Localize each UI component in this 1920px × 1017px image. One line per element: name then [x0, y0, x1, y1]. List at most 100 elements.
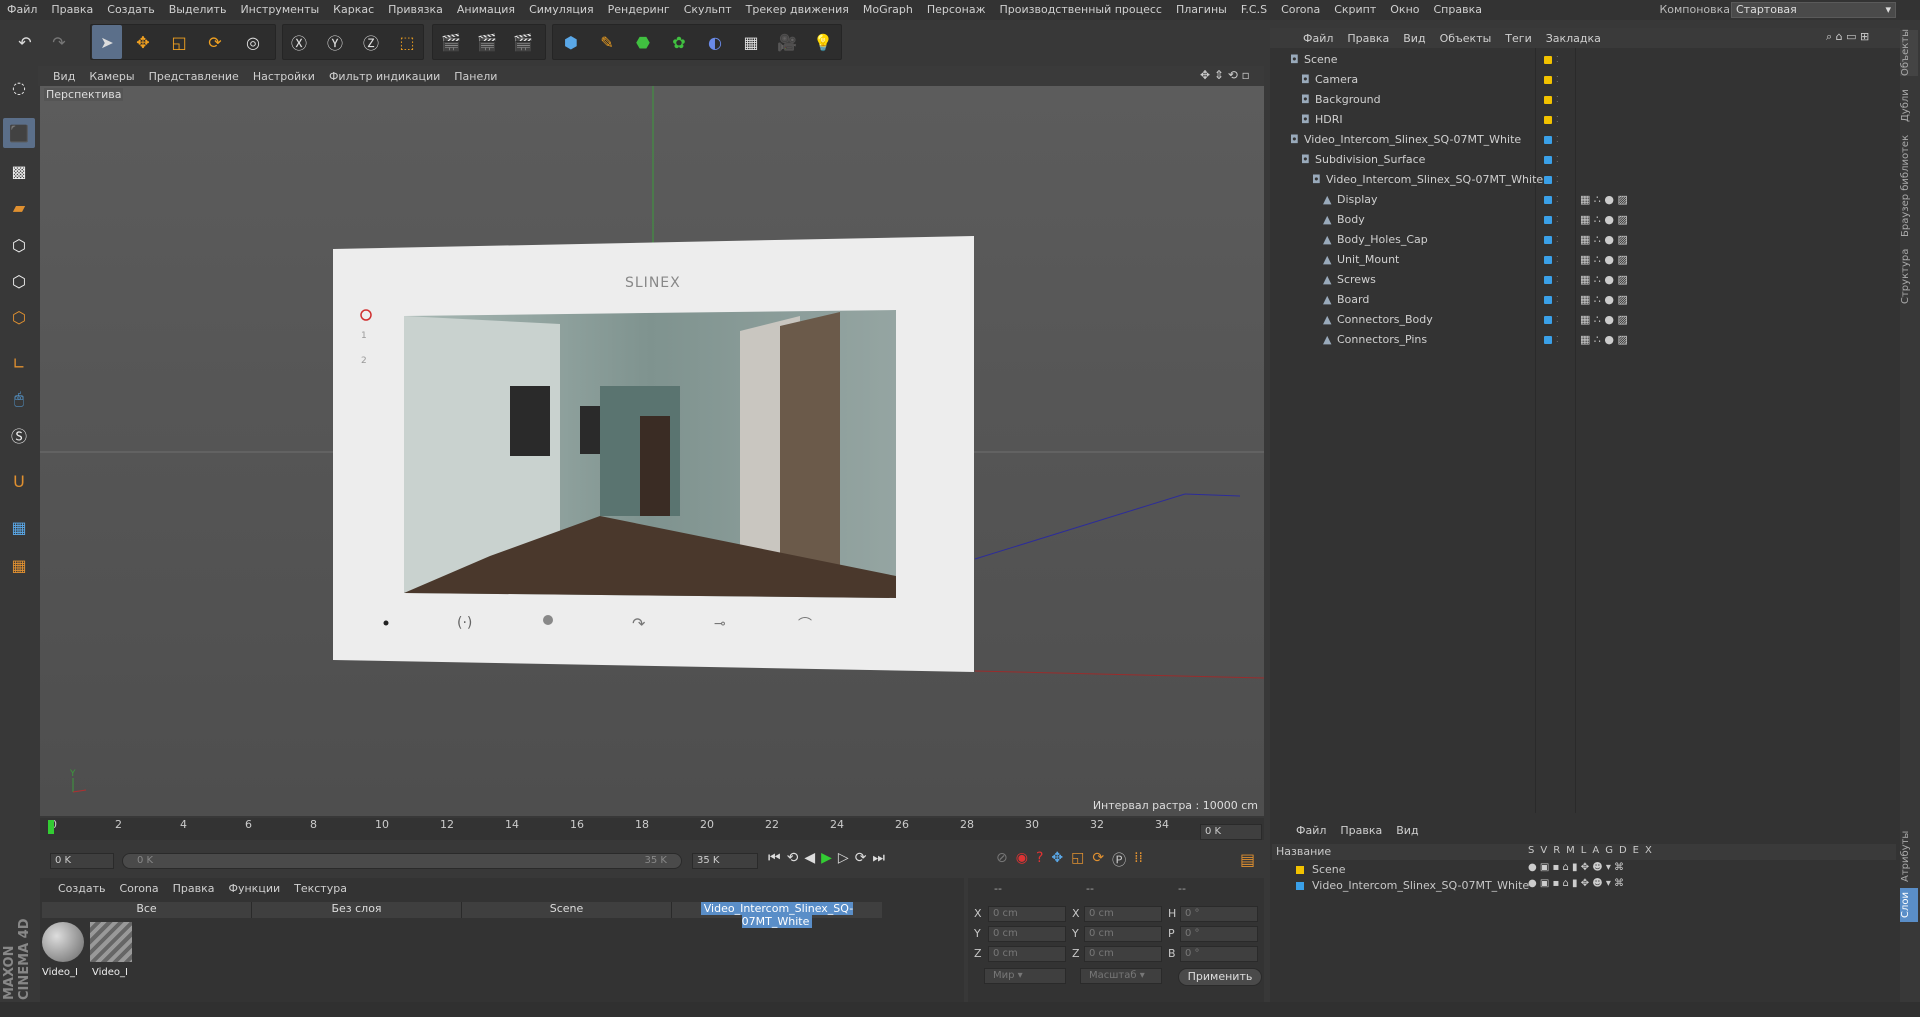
key-rotation-icon[interactable]: ⟳	[1092, 850, 1104, 872]
object-row[interactable]: ◘ Camera ⁚	[1272, 70, 1900, 90]
z-axis-icon[interactable]: Ⓩ	[356, 25, 386, 59]
vp-menu-display[interactable]: Представление	[142, 70, 246, 83]
material-tags-icon[interactable]: ▦ ∴ ● ▨	[1580, 250, 1628, 270]
menu-create[interactable]: Создать	[100, 0, 162, 20]
axis-mode-icon[interactable]: ∟	[3, 348, 35, 378]
filter-no-layer[interactable]: Без слоя	[252, 902, 462, 918]
menu-simulate[interactable]: Симуляция	[522, 0, 601, 20]
render-view-icon[interactable]: 🎬	[436, 25, 466, 59]
tab-structure[interactable]: Структура	[1900, 248, 1918, 304]
redo-icon[interactable]: ↷	[44, 25, 74, 59]
next-key-icon[interactable]: ⟳	[855, 850, 867, 872]
visibility-dots-icon[interactable]: ⁚	[1556, 110, 1559, 130]
play-icon[interactable]: ▶	[821, 850, 832, 872]
object-row[interactable]: ◘ Scene ⁚	[1272, 50, 1900, 70]
y-axis-icon[interactable]: Ⓨ	[320, 25, 350, 59]
tab-content-browser[interactable]: Браузер библиотек	[1900, 134, 1918, 238]
coord-value-field[interactable]: 0 °	[1180, 926, 1258, 942]
coord-value-field[interactable]: 0 cm	[1084, 946, 1162, 962]
material-tags-icon[interactable]: ▦ ∴ ● ▨	[1580, 290, 1628, 310]
layer-color-swatch[interactable]	[1544, 56, 1552, 64]
start-frame-field[interactable]: 0 K	[50, 853, 114, 869]
tab-takes[interactable]: Дубли	[1900, 86, 1918, 126]
visibility-dots-icon[interactable]: ⁚	[1556, 150, 1559, 170]
light-icon[interactable]: 💡	[808, 25, 838, 59]
om-menu-objects[interactable]: Объекты	[1433, 32, 1499, 45]
make-editable-icon[interactable]: ◌	[3, 72, 35, 102]
coord-value-field[interactable]: 0 cm	[988, 926, 1066, 942]
vp-menu-filter[interactable]: Фильтр индикации	[322, 70, 447, 83]
tab-objects[interactable]: Объекты	[1900, 29, 1918, 76]
menu-render[interactable]: Рендеринг	[601, 0, 677, 20]
object-row[interactable]: ▲ Connectors_Pins ⁚ ▦ ∴ ● ▨	[1272, 330, 1900, 350]
tweak-mode-icon[interactable]: 🖱	[3, 384, 35, 414]
object-row[interactable]: ▲ Body ⁚ ▦ ∴ ● ▨	[1272, 210, 1900, 230]
end-frame-field[interactable]: 0 K	[1200, 824, 1262, 840]
visibility-dots-icon[interactable]: ⁚	[1556, 250, 1559, 270]
perspective-viewport[interactable]: (·) ↷ ⊸ ⌒ Y Перспектива SLINEX 1 2 Интер…	[40, 86, 1264, 816]
mat-menu-corona[interactable]: Corona	[120, 882, 159, 895]
material-tags-icon[interactable]: ▦ ∴ ● ▨	[1580, 310, 1628, 330]
menu-window[interactable]: Окно	[1383, 0, 1426, 20]
render-settings-icon[interactable]: 🎬	[508, 25, 538, 59]
prev-frame-icon[interactable]: ◀	[804, 850, 815, 872]
menu-file[interactable]: Файл	[0, 0, 44, 20]
move-icon[interactable]: ✥	[128, 25, 158, 59]
visibility-dots-icon[interactable]: ⁚	[1556, 190, 1559, 210]
layer-menu-file[interactable]: Файл	[1296, 824, 1326, 837]
menu-mesh[interactable]: Каркас	[326, 0, 381, 20]
vp-menu-view[interactable]: Вид	[46, 70, 82, 83]
select-cursor-icon[interactable]: ➤	[92, 25, 122, 59]
om-menu-file[interactable]: Файл	[1296, 32, 1340, 45]
menu-plugins[interactable]: Плагины	[1169, 0, 1234, 20]
om-toolbar-icons[interactable]: ⌕ ⌂ ▭ ⊞	[1826, 30, 1869, 44]
playhead[interactable]	[48, 820, 54, 834]
polygons-mode-icon[interactable]: ⬡	[3, 302, 35, 332]
points-mode-icon[interactable]: ⬡	[3, 230, 35, 260]
snap-icon[interactable]: Ⓢ	[3, 420, 35, 450]
visibility-dots-icon[interactable]: ⁚	[1556, 50, 1559, 70]
vp-menu-panel[interactable]: Панели	[447, 70, 504, 83]
lock-workplane-icon[interactable]: ▦	[3, 512, 35, 542]
frame-range-slider[interactable]: 0 K 35 K	[122, 853, 682, 869]
menu-motion-tracker[interactable]: Трекер движения	[739, 0, 856, 20]
layer-color-swatch[interactable]	[1544, 276, 1552, 284]
coord-value-field[interactable]: 0 cm	[1084, 906, 1162, 922]
scale-icon[interactable]: ◱	[164, 25, 194, 59]
layer-color-swatch[interactable]	[1544, 236, 1552, 244]
cube-icon[interactable]: ⬢	[556, 25, 586, 59]
object-row[interactable]: ◘ HDRI ⁚	[1272, 110, 1900, 130]
visibility-dots-icon[interactable]: ⁚	[1556, 290, 1559, 310]
timeline-window-icon[interactable]: ▤	[1240, 850, 1255, 869]
om-menu-view[interactable]: Вид	[1396, 32, 1432, 45]
material-tags-icon[interactable]: ▦ ∴ ● ▨	[1580, 330, 1628, 350]
floor-icon[interactable]: ▦	[736, 25, 766, 59]
pen-spline-icon[interactable]: ✎	[592, 25, 622, 59]
object-row[interactable]: ▲ Display ⁚ ▦ ∴ ● ▨	[1272, 190, 1900, 210]
om-menu-edit[interactable]: Правка	[1340, 32, 1396, 45]
edges-mode-icon[interactable]: ⬡	[3, 266, 35, 296]
menu-corona[interactable]: Corona	[1274, 0, 1327, 20]
visibility-dots-icon[interactable]: ⁚	[1556, 330, 1559, 350]
visibility-dots-icon[interactable]: ⁚	[1556, 90, 1559, 110]
undo-icon[interactable]: ↶	[10, 25, 40, 59]
object-row[interactable]: ▲ Connectors_Body ⁚ ▦ ∴ ● ▨	[1272, 310, 1900, 330]
layer-color-swatch[interactable]	[1544, 296, 1552, 304]
layer-color-swatch[interactable]	[1544, 116, 1552, 124]
material-tags-icon[interactable]: ▦ ∴ ● ▨	[1580, 210, 1628, 230]
rotate-icon[interactable]: ⟳	[200, 25, 230, 59]
layer-color-swatch[interactable]	[1544, 316, 1552, 324]
layer-row[interactable]: Video_Intercom_Slinex_SQ-07MT_White ● ▣ ▪…	[1272, 878, 1896, 894]
coord-value-field[interactable]: 0 cm	[988, 906, 1066, 922]
menu-character[interactable]: Персонаж	[920, 0, 993, 20]
visibility-dots-icon[interactable]: ⁚	[1556, 130, 1559, 150]
model-mode-icon[interactable]: ⬛	[3, 118, 35, 148]
filter-all[interactable]: Все	[42, 902, 252, 918]
x-axis-icon[interactable]: Ⓧ	[284, 25, 314, 59]
goto-start-icon[interactable]: ⏮	[768, 850, 781, 872]
layer-color-swatch[interactable]	[1296, 866, 1304, 874]
layer-color-swatch[interactable]	[1544, 216, 1552, 224]
coord-mode-select[interactable]: Мир ▾	[984, 968, 1066, 984]
layer-color-swatch[interactable]	[1296, 882, 1304, 890]
object-row[interactable]: ◘ Video_Intercom_Slinex_SQ-07MT_White ⁚	[1272, 170, 1900, 190]
